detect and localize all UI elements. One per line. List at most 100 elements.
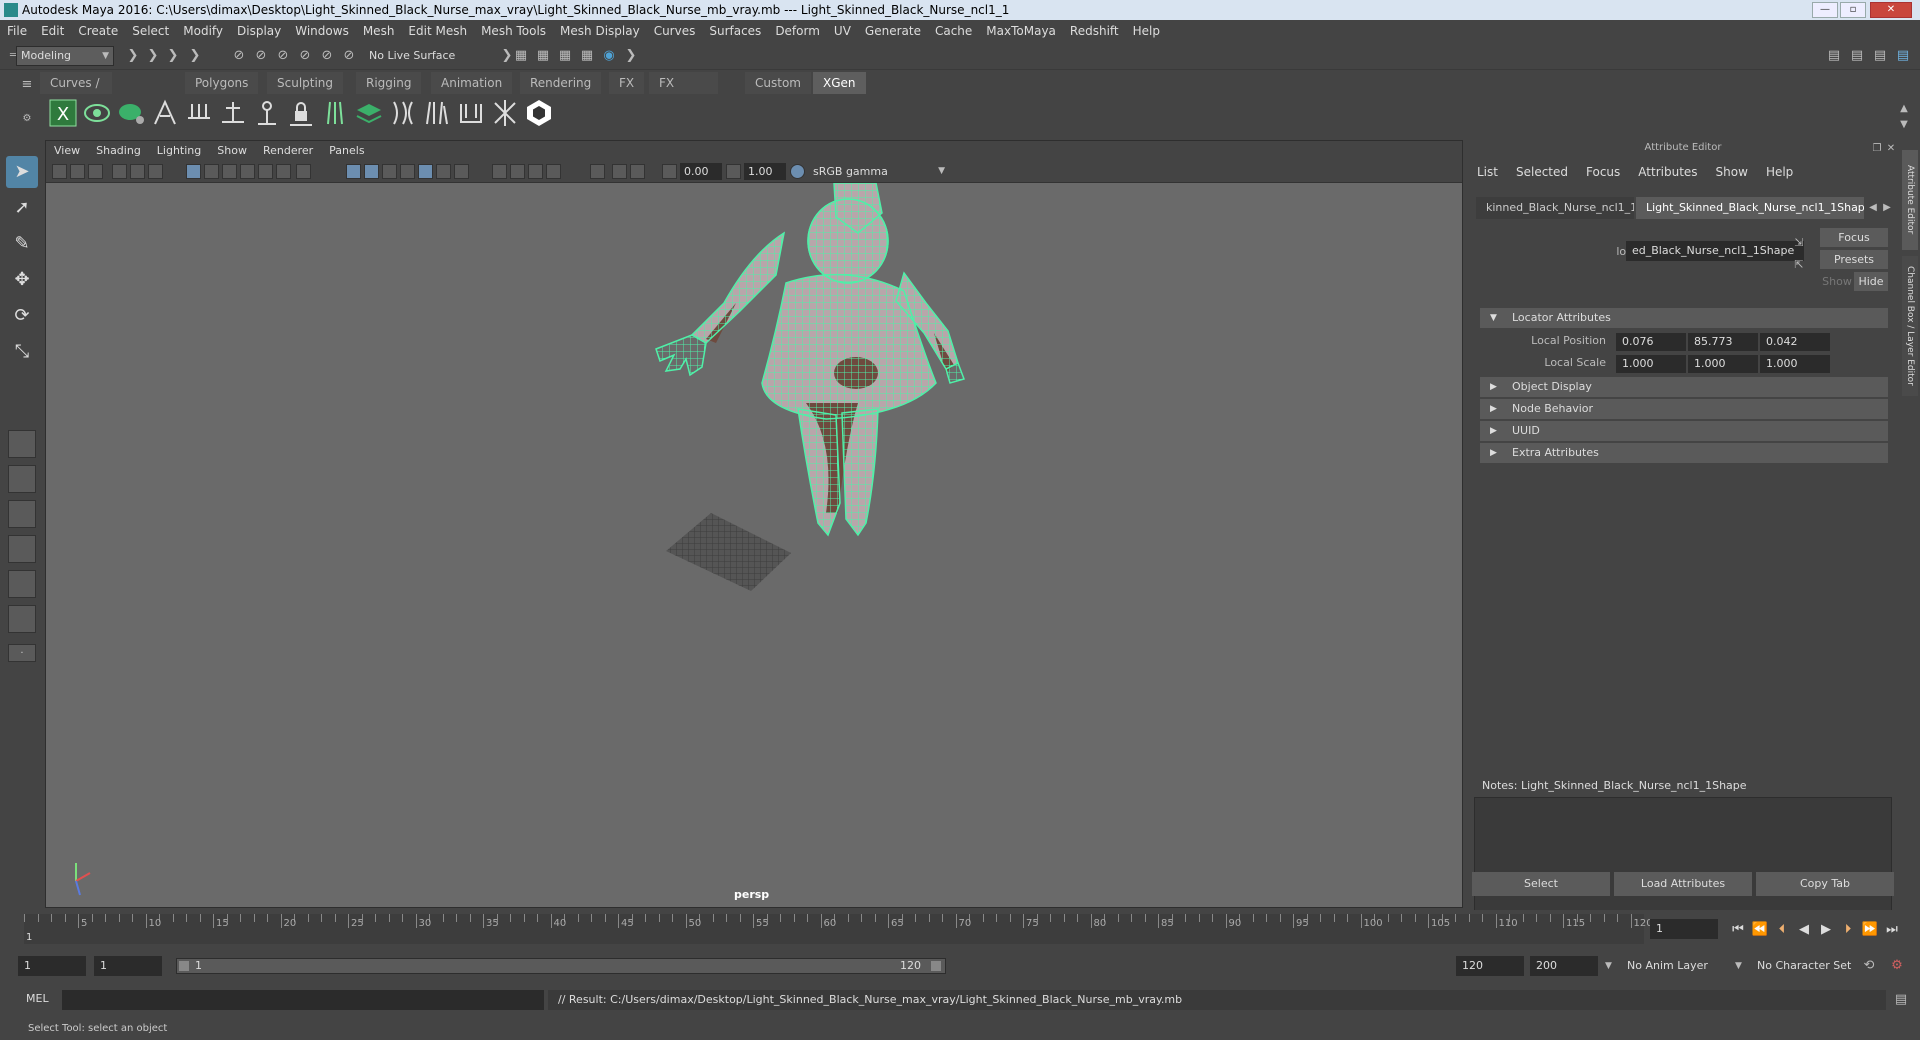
default-material-icon[interactable] xyxy=(382,164,397,179)
exposure-field[interactable]: 0.00 xyxy=(680,163,722,180)
attr-menu-show[interactable]: Show xyxy=(1707,162,1757,182)
xgen-clump-icon[interactable] xyxy=(320,98,350,128)
menu-modify[interactable]: Modify xyxy=(176,20,230,42)
step-forward-key-icon[interactable]: ⏵ xyxy=(1838,922,1858,937)
safe-action-icon[interactable] xyxy=(276,164,291,179)
scale-tool-icon[interactable]: ⤡ xyxy=(6,336,38,368)
hide-button[interactable]: Hide xyxy=(1854,272,1888,291)
color-space-dropdown[interactable]: sRGB gamma ▼ xyxy=(808,163,950,180)
section-object-display[interactable]: ▶ Object Display xyxy=(1480,377,1888,397)
shelf-tab-sculpting[interactable]: Sculpting xyxy=(267,72,344,94)
menu-mesh-tools[interactable]: Mesh Tools xyxy=(474,20,553,42)
2d-pan-zoom-icon[interactable] xyxy=(130,164,145,179)
xgen-length-icon[interactable] xyxy=(252,98,282,128)
single-pane-layout-icon[interactable] xyxy=(8,430,36,458)
xgen-description-icon[interactable] xyxy=(116,98,146,128)
two-pane-layout-icon[interactable] xyxy=(8,500,36,528)
menu-create[interactable]: Create xyxy=(71,20,125,42)
minimize-button[interactable]: — xyxy=(1812,2,1838,18)
local-scale-z-field[interactable]: 1.000 xyxy=(1760,355,1830,373)
xray-icon[interactable] xyxy=(492,164,507,179)
timeline-ticks[interactable]: 5 10 15 20 25 30 35 40 45 50 55 60 65 70 75 80 85 90 95 100… xyxy=(24,914,1653,944)
local-scale-y-field[interactable]: 1.000 xyxy=(1688,355,1758,373)
mode-dropdown[interactable]: Modeling ▼ xyxy=(16,46,114,66)
local-scale-x-field[interactable]: 1.000 xyxy=(1616,355,1686,373)
script-language-toggle[interactable]: MEL xyxy=(26,992,49,1005)
hypershade-icon[interactable]: ▦ xyxy=(578,47,596,65)
scene-canvas[interactable] xyxy=(46,183,1462,907)
local-position-z-field[interactable]: 0.042 xyxy=(1760,333,1830,351)
resolution-gate-icon[interactable] xyxy=(222,164,237,179)
viewport-menu-lighting[interactable]: Lighting xyxy=(149,141,209,161)
xgen-noise-icon[interactable] xyxy=(388,98,418,128)
shelf-tab-fx[interactable]: FX xyxy=(609,72,645,94)
menu-windows[interactable]: Windows xyxy=(288,20,356,42)
range-end-handle[interactable] xyxy=(931,961,941,971)
tab-transform-node[interactable]: kinned_Black_Nurse_ncl1_1 xyxy=(1476,197,1634,219)
live-surface-field[interactable]: No Live Surface xyxy=(364,46,464,66)
three-pane-layout-icon[interactable] xyxy=(8,570,36,598)
attr-menu-help[interactable]: Help xyxy=(1757,162,1802,182)
file-arrow-icon[interactable]: ❯ xyxy=(124,47,142,65)
antialias-icon[interactable] xyxy=(612,164,627,179)
play-backwards-icon[interactable]: ◀ xyxy=(1794,922,1814,937)
menu-help[interactable]: Help xyxy=(1126,20,1167,42)
shelf-tab-xgen[interactable]: XGen xyxy=(813,72,866,94)
outliner-persp-layout-icon[interactable] xyxy=(8,535,36,563)
menu-file[interactable]: File xyxy=(0,20,34,42)
section-locator-attributes[interactable]: ▼ Locator Attributes xyxy=(1480,308,1888,328)
select-button[interactable]: Select xyxy=(1472,872,1610,896)
focus-button[interactable]: Focus xyxy=(1820,228,1888,247)
shelf-tab-custom[interactable]: Custom xyxy=(745,72,811,94)
use-all-lights-icon[interactable] xyxy=(436,164,451,179)
animation-prefs-icon[interactable]: ⚙ xyxy=(1888,957,1906,975)
current-frame-field[interactable]: 1 xyxy=(1650,919,1718,939)
tab-shape-node[interactable]: Light_Skinned_Black_Nurse_ncl1_1Shape xyxy=(1636,197,1864,219)
character-mesh[interactable] xyxy=(655,183,965,537)
open-arrow-icon[interactable]: ❯ xyxy=(144,47,162,65)
xgen-lock-icon[interactable] xyxy=(286,98,316,128)
camera-attrs-icon[interactable] xyxy=(70,164,85,179)
range-bar[interactable]: 1 120 xyxy=(176,958,946,974)
textured-icon[interactable] xyxy=(418,164,433,179)
render-settings-icon[interactable]: ▦ xyxy=(556,47,574,65)
bookmark-icon[interactable] xyxy=(88,164,103,179)
tool-settings-icon[interactable]: ▤ xyxy=(1871,47,1889,65)
color-management-icon[interactable] xyxy=(790,164,805,179)
viewport-menu-shading[interactable]: Shading xyxy=(88,141,149,161)
safe-title-icon[interactable] xyxy=(296,164,311,179)
shelf-scroll-down-icon[interactable]: ▼ xyxy=(1895,116,1913,134)
play-forwards-icon[interactable]: ▶ xyxy=(1816,922,1836,937)
smooth-shade-icon[interactable] xyxy=(364,164,379,179)
copy-tab-button[interactable]: Copy Tab xyxy=(1756,872,1894,896)
attr-menu-focus[interactable]: Focus xyxy=(1577,162,1629,182)
graph-layout-icon[interactable] xyxy=(8,605,36,633)
menu-maxtomaya[interactable]: MaxToMaya xyxy=(979,20,1063,42)
command-input[interactable] xyxy=(62,990,544,1010)
rotate-tool-icon[interactable]: ⟳ xyxy=(6,300,38,332)
menu-edit[interactable]: Edit xyxy=(34,20,71,42)
save-arrow-icon[interactable]: ❯ xyxy=(164,47,182,65)
menu-generate[interactable]: Generate xyxy=(858,20,928,42)
render-frame-icon[interactable]: ▦ xyxy=(512,47,530,65)
xgen-cut-icon[interactable] xyxy=(218,98,248,128)
shelf-tab-animation[interactable]: Animation xyxy=(431,72,513,94)
wireframe-on-shaded-icon[interactable] xyxy=(400,164,415,179)
xgen-coil-icon[interactable] xyxy=(422,98,452,128)
menu-mesh-display[interactable]: Mesh Display xyxy=(553,20,647,42)
more-layouts-icon[interactable]: · xyxy=(8,644,36,662)
channel-box-toggle-icon[interactable]: ▤ xyxy=(1894,47,1912,65)
undo-arrow-icon[interactable]: ❯ xyxy=(186,47,204,65)
snap-point-icon[interactable]: ⊘ xyxy=(274,47,292,65)
notes-textarea[interactable] xyxy=(1474,797,1892,919)
menu-display[interactable]: Display xyxy=(230,20,288,42)
field-chart-icon[interactable] xyxy=(258,164,273,179)
xgen-comb-icon[interactable] xyxy=(184,98,214,128)
paint-select-tool-icon[interactable]: ✎ xyxy=(6,228,38,260)
local-position-x-field[interactable]: 0.076 xyxy=(1616,333,1686,351)
local-position-y-field[interactable]: 85.773 xyxy=(1688,333,1758,351)
viewport-menu-renderer[interactable]: Renderer xyxy=(255,141,321,161)
section-uuid[interactable]: ▶ UUID xyxy=(1480,421,1888,441)
range-start-handle[interactable] xyxy=(179,961,189,971)
snap-curve-icon[interactable]: ⊘ xyxy=(252,47,270,65)
